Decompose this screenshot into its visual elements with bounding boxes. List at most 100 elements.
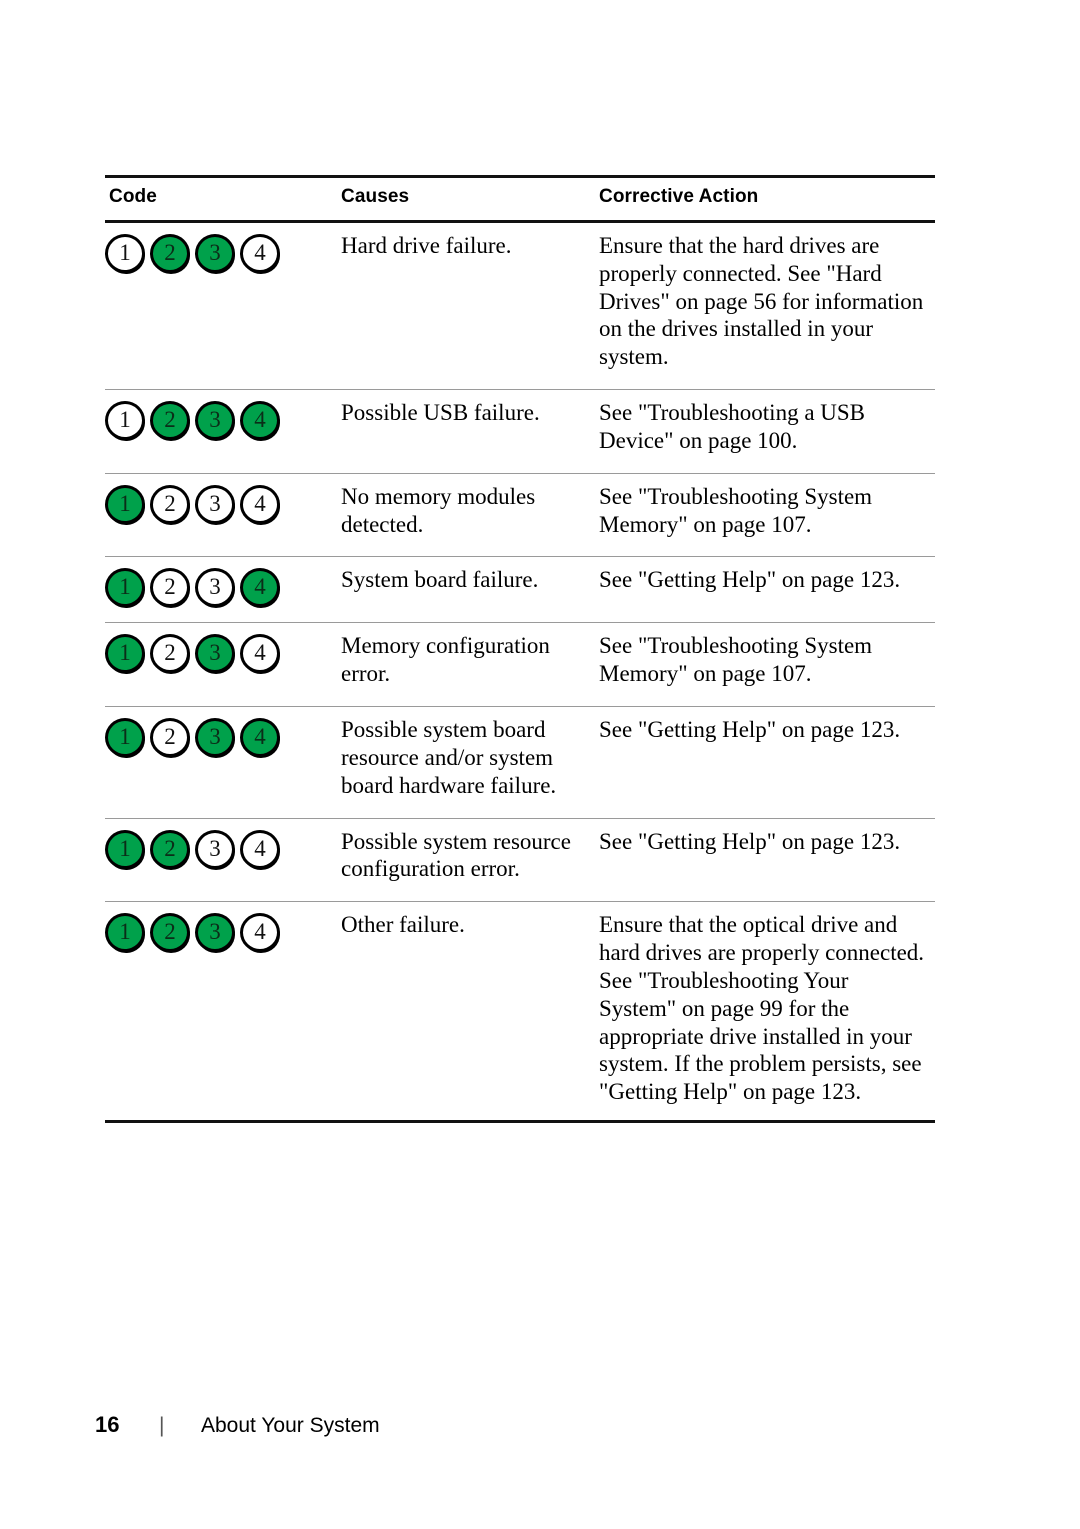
led-face: 4 (240, 718, 280, 758)
led-number-label: 1 (119, 407, 131, 433)
led-face: 1 (105, 234, 145, 273)
diagnostic-led-group: 1 2 3 4 (105, 826, 331, 870)
table-row: 1 2 3 4 Possible system board resource and/o… (105, 706, 935, 819)
led-face: 3 (195, 401, 235, 441)
cell-corrective-action: See "Troubleshooting a USB Device" on pa… (595, 389, 935, 474)
led-number-label: 2 (164, 490, 176, 516)
cell-corrective-action: Ensure that the hard drives are properly… (595, 221, 935, 391)
led-number-label: 2 (164, 574, 176, 600)
corrective-action-text: See "Troubleshooting a USB Device" on pa… (599, 400, 866, 453)
led-number-label: 4 (254, 724, 266, 750)
led-indicator-2-off: 2 (150, 718, 190, 759)
led-face: 4 (240, 234, 280, 273)
led-indicator-3-on: 3 (195, 718, 235, 759)
led-number-label: 4 (254, 640, 266, 666)
led-indicator-3-on: 3 (195, 234, 235, 274)
led-face: 4 (240, 401, 280, 441)
led-number-label: 3 (209, 490, 221, 516)
led-indicator-1-off: 1 (105, 234, 145, 274)
page-footer: 16 | About Your System (95, 1412, 380, 1438)
table-body: 1 2 3 4 Hard drive failure. Ensure that the h… (105, 221, 935, 1124)
diagnostic-led-group: 1 2 3 4 (105, 481, 331, 525)
led-indicator-3-on: 3 (195, 913, 235, 954)
cause-text: System board failure. (341, 567, 539, 593)
led-number-label: 3 (209, 835, 221, 861)
led-face: 2 (150, 718, 190, 758)
cell-cause: Hard drive failure. (337, 221, 595, 391)
cell-code: 1 2 3 4 (105, 221, 337, 391)
led-face: 1 (105, 913, 145, 953)
table-row: 1 2 3 4 Memory configuration error. See "Trou… (105, 622, 935, 708)
led-face: 3 (195, 484, 235, 524)
cell-code: 1 2 3 4 (105, 818, 337, 903)
cell-code: 1 2 3 4 (105, 556, 337, 624)
led-face: 2 (150, 234, 190, 273)
led-indicator-2-on: 2 (150, 234, 190, 274)
cell-code: 1 2 3 4 (105, 622, 337, 708)
led-number-label: 4 (254, 490, 266, 516)
led-indicator-4-off: 4 (240, 829, 280, 870)
cause-text: Possible system resource configuration e… (341, 828, 571, 882)
led-indicator-2-on: 2 (150, 913, 190, 954)
led-face: 1 (105, 568, 145, 608)
led-face: 3 (195, 913, 235, 953)
led-face: 3 (195, 829, 235, 869)
led-face: 4 (240, 829, 280, 869)
led-face: 1 (105, 718, 145, 758)
cell-cause: Memory configuration error. (337, 622, 595, 708)
led-number-label: 4 (254, 407, 266, 433)
table-row: 1 2 3 4 Possible USB failure. See "Troublesho… (105, 389, 935, 474)
led-number-label: 3 (209, 574, 221, 600)
corrective-action-text: Ensure that the hard drives are properly… (599, 233, 924, 370)
cell-code: 1 2 3 4 (105, 389, 337, 474)
cause-text: No memory modules detected. (341, 483, 536, 537)
footer-section-title: About Your System (201, 1414, 380, 1437)
led-indicator-1-on: 1 (105, 829, 145, 870)
led-number-label: 1 (119, 574, 131, 600)
led-face: 1 (105, 634, 145, 674)
table-row: 1 2 3 4 Other failure. Ensure that the optica… (105, 901, 935, 1124)
diagnostic-indicator-code-table: Code Causes Corrective Action 1 2 3 4 Hard d… (105, 175, 935, 1124)
column-header-code: Code (105, 175, 337, 223)
led-indicator-1-on: 1 (105, 568, 145, 609)
table-row: 1 2 3 4 Hard drive failure. Ensure that the h… (105, 221, 935, 391)
table-row: 1 2 3 4 No memory modules detected. See "Trou… (105, 473, 935, 558)
led-face: 4 (240, 484, 280, 524)
led-number-label: 3 (209, 640, 221, 666)
led-number-label: 2 (164, 240, 176, 265)
led-number-label: 2 (164, 919, 176, 945)
corrective-action-text: See "Troubleshooting System Memory" on p… (599, 483, 873, 537)
cell-cause: Other failure. (337, 901, 595, 1124)
led-number-label: 1 (119, 835, 131, 861)
diagnostic-led-group: 1 2 3 4 (105, 564, 331, 609)
led-face: 4 (240, 568, 280, 608)
cell-cause: Possible system board resource and/or sy… (337, 706, 595, 819)
led-indicator-1-on: 1 (105, 913, 145, 954)
led-number-label: 1 (119, 490, 131, 516)
cell-corrective-action: See "Troubleshooting System Memory" on p… (595, 473, 935, 558)
led-indicator-4-off: 4 (240, 484, 280, 525)
led-number-label: 4 (254, 835, 266, 861)
led-number-label: 2 (164, 724, 176, 750)
led-number-label: 3 (209, 919, 221, 945)
led-number-label: 1 (119, 240, 131, 265)
footer-separator: | (159, 1414, 165, 1437)
led-indicator-1-on: 1 (105, 718, 145, 759)
corrective-action-text: See "Getting Help" on page 123. (599, 567, 901, 593)
corrective-action-text: See "Troubleshooting System Memory" on p… (599, 633, 873, 687)
led-number-label: 1 (119, 724, 131, 750)
led-indicator-4-on: 4 (240, 568, 280, 609)
cause-text: Possible system board resource and/or sy… (341, 717, 557, 798)
led-number-label: 1 (119, 640, 131, 666)
led-face: 2 (150, 634, 190, 674)
footer-page-number: 16 (95, 1412, 120, 1437)
led-number-label: 3 (209, 240, 221, 265)
cell-cause: No memory modules detected. (337, 473, 595, 558)
led-indicator-2-off: 2 (150, 484, 190, 525)
cell-corrective-action: See "Getting Help" on page 123. (595, 556, 935, 624)
led-number-label: 4 (254, 574, 266, 600)
led-indicator-2-off: 2 (150, 634, 190, 675)
led-face: 2 (150, 484, 190, 524)
table-row: 1 2 3 4 System board failure. See "Getting He… (105, 556, 935, 624)
codes-table: Code Causes Corrective Action 1 2 3 4 Hard d… (105, 175, 935, 1124)
